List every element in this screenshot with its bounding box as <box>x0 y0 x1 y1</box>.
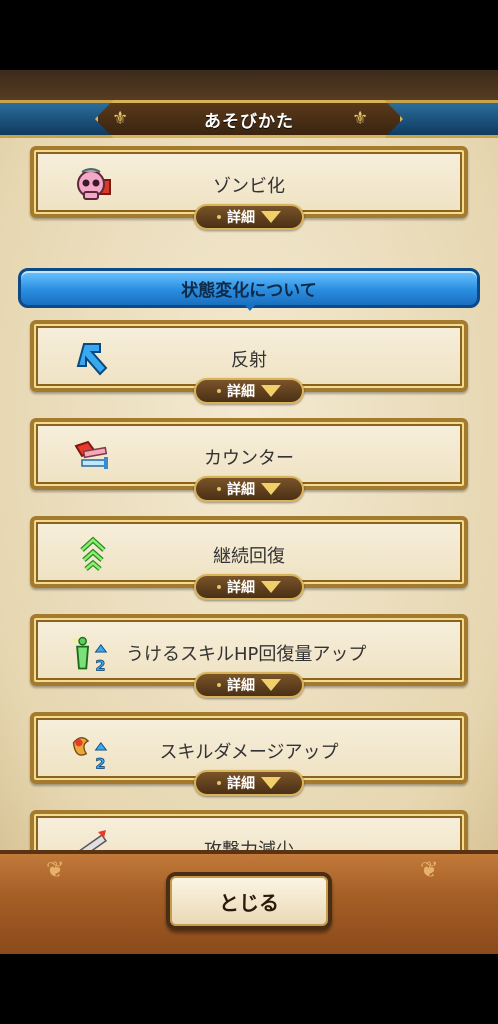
detail-button-skill-heal-up[interactable]: 詳細 <box>194 672 304 698</box>
detail-button-regen[interactable]: 詳細 <box>194 574 304 600</box>
detail-button-zombie[interactable]: 詳細 <box>194 204 304 230</box>
close-button-label: とじる <box>219 890 279 915</box>
card-label: スキルダメージアップ <box>159 742 339 763</box>
chevron-down-icon <box>261 679 281 691</box>
skill-heal-up-icon: ✦ 2 <box>68 632 110 674</box>
detail-button-reflect[interactable]: 詳細 <box>194 378 304 404</box>
card-label: 反射 <box>231 350 267 371</box>
chevron-down-icon <box>261 581 281 593</box>
card-label: カウンター <box>204 448 294 469</box>
wood-ornament-icon: ❦ <box>420 858 439 883</box>
chevron-down-icon <box>261 777 281 789</box>
svg-text:✦: ✦ <box>72 636 80 646</box>
section-header: 状態変化について <box>18 268 480 308</box>
wood-ornament-icon: ❦ <box>46 858 65 883</box>
section-pointer <box>244 304 256 311</box>
card-label: うけるスキルHP回復量アップ <box>126 644 367 665</box>
close-button[interactable]: とじる <box>166 872 332 930</box>
top-wood-band <box>0 70 498 104</box>
card-attack-down[interactable]: 攻撃力減少 <box>30 810 468 850</box>
chevron-down-icon <box>261 211 281 223</box>
ornament-right-icon: ⚜ <box>352 108 369 129</box>
card-label: ゾンビ化 <box>213 176 285 197</box>
card-label: 攻撃力減少 <box>34 836 464 850</box>
ornament-left-icon: ⚜ <box>112 108 129 129</box>
svg-text:2: 2 <box>95 657 105 674</box>
chevron-down-icon <box>261 483 281 495</box>
chevron-down-icon <box>261 385 281 397</box>
page-title: あそびかた <box>204 111 294 132</box>
detail-button-counter[interactable]: 詳細 <box>194 476 304 502</box>
game-screen: あそびかた ⚜ ⚜ ゾンビ化 詳細 状態変化について 反射 詳細 カウンター 詳… <box>0 0 498 1024</box>
detail-button-skill-damage-up[interactable]: 詳細 <box>194 770 304 796</box>
content-area[interactable]: ゾンビ化 詳細 状態変化について 反射 詳細 カウンター 詳細 継続回復 詳細 … <box>0 138 498 850</box>
card-label: 継続回復 <box>213 546 285 567</box>
